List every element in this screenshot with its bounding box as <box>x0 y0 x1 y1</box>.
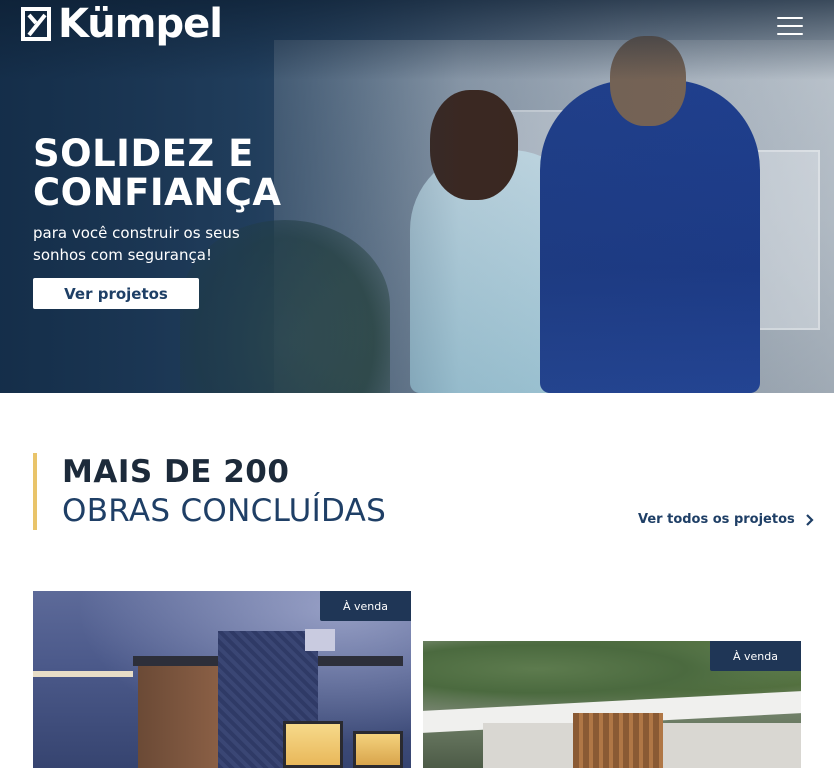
card-image-window <box>353 731 403 768</box>
view-projects-button[interactable]: Ver projetos <box>33 278 199 309</box>
see-all-label: Ver todos os projetos <box>638 512 795 527</box>
card-image-chimney <box>305 629 335 651</box>
see-all-projects-link[interactable]: Ver todos os projetos <box>638 512 814 527</box>
project-card[interactable]: À venda <box>33 591 411 768</box>
section-title-light: OBRAS CONCLUÍDAS <box>62 493 387 529</box>
hero-title-line1: SOLIDEZ E <box>33 132 254 175</box>
site-logo[interactable]: Kümpel <box>20 1 223 47</box>
section-title-bold: MAIS DE 200 <box>62 454 290 490</box>
hero-banner: Kümpel SOLIDEZ E CONFIANÇA para você con… <box>0 0 834 393</box>
card-image-window <box>283 721 343 768</box>
hero-subtitle: para você construir os seus sonhos com s… <box>33 224 240 264</box>
hamburger-menu-icon[interactable] <box>775 13 805 39</box>
hero-title-line2: CONFIANÇA <box>33 171 282 214</box>
chevron-right-icon <box>805 513 814 526</box>
sale-badge: À venda <box>710 641 801 671</box>
card-image-wood-slats <box>573 713 663 768</box>
card-image-eave <box>33 671 133 677</box>
hero-title: SOLIDEZ E CONFIANÇA <box>33 134 282 212</box>
project-card[interactable]: À venda <box>423 641 801 768</box>
logo-text: Kümpel <box>58 1 223 47</box>
section-accent-bar <box>33 453 37 530</box>
logo-mark-icon <box>20 5 52 43</box>
card-image-wood-wall <box>138 666 218 768</box>
sale-badge: À venda <box>320 591 411 621</box>
